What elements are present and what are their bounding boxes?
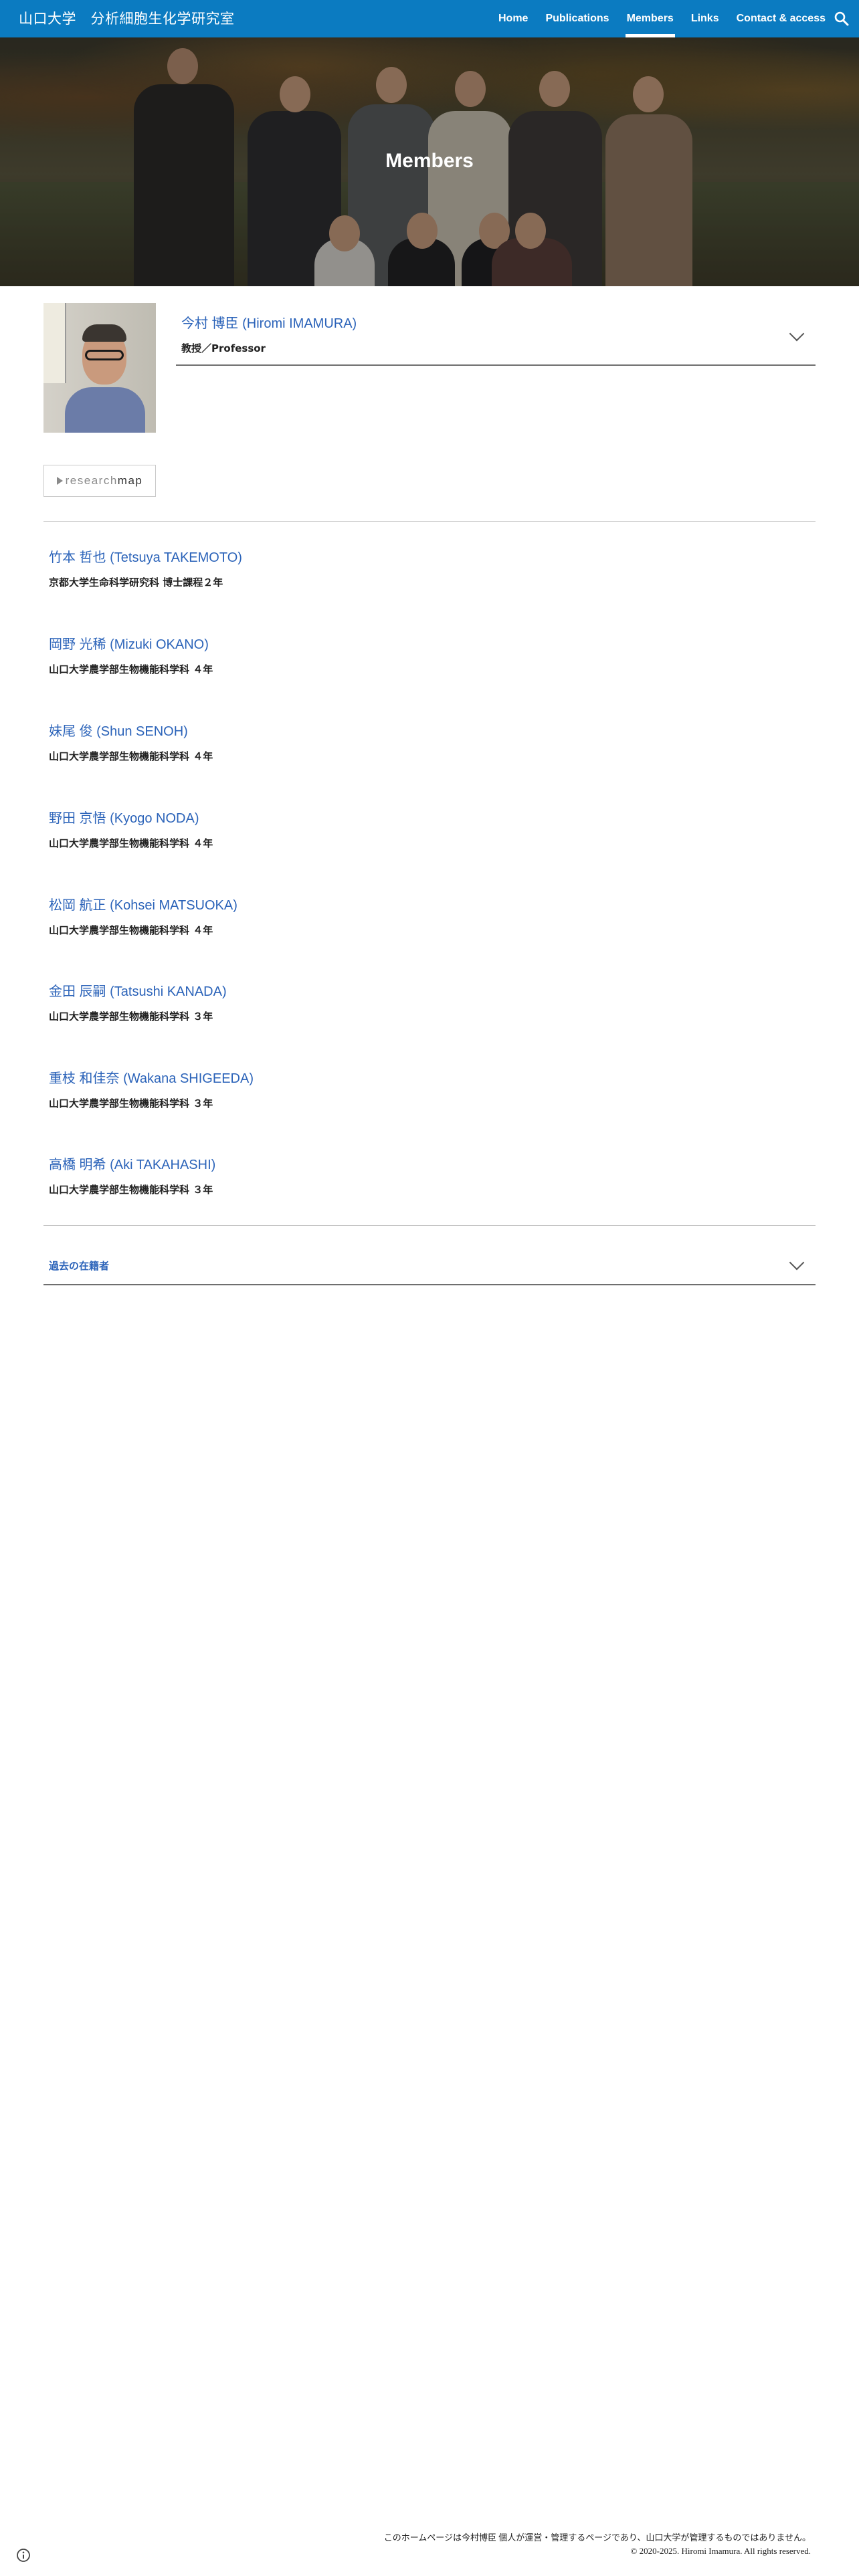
footer: このホームページは今村博臣 個人が運営・管理するページであり、山口大学が管理する…: [384, 2531, 811, 2558]
professor-name: 今村 博臣 (Hiromi IMAMURA): [181, 316, 357, 331]
list-item: 竹本 哲也 (Tetsuya TAKEMOTO) 京都大学生命科学研究科 博士課…: [49, 548, 517, 590]
member-affiliation: 山口大学農学部生物機能科学科 ４年: [49, 663, 213, 675]
researchmap-text-prefix: research: [65, 474, 118, 487]
page-title: Members: [385, 150, 474, 172]
search-icon[interactable]: [832, 9, 851, 28]
list-item: 金田 辰嗣 (Tatsushi KANADA) 山口大学農学部生物機能科学科 ３…: [49, 982, 517, 1024]
member-name: 竹本 哲也 (Tetsuya TAKEMOTO): [49, 550, 242, 565]
member-affiliation: 山口大学農学部生物機能科学科 ４年: [49, 837, 213, 849]
nav-publications[interactable]: Publications: [545, 0, 609, 37]
info-icon[interactable]: [16, 2548, 31, 2563]
list-item: 高橋 明希 (Aki TAKAHASHI) 山口大学農学部生物機能科学科 ３年: [49, 1156, 517, 1197]
member-affiliation: 山口大学農学部生物機能科学科 ３年: [49, 1097, 213, 1109]
member-affiliation: 山口大学農学部生物機能科学科 ４年: [49, 750, 213, 762]
nav-members[interactable]: Members: [625, 0, 676, 37]
list-item: 重枝 和佳奈 (Wakana SHIGEEDA) 山口大学農学部生物機能科学科 …: [49, 1069, 517, 1111]
list-item: 岡野 光稀 (Mizuki OKANO) 山口大学農学部生物機能科学科 ４年: [49, 635, 517, 677]
hero-banner: Members: [0, 37, 859, 286]
member-affiliation: 山口大学農学部生物機能科学科 ３年: [49, 1184, 213, 1196]
past-members-collapsible[interactable]: 過去の在籍者: [43, 1244, 816, 1285]
nav-home[interactable]: Home: [498, 0, 528, 37]
past-members-label[interactable]: 過去の在籍者: [49, 1259, 109, 1273]
member-name: 野田 京悟 (Kyogo NODA): [49, 811, 199, 826]
chevron-down-icon[interactable]: [789, 326, 805, 342]
member-affiliation: 京都大学生命科学研究科 博士課程２年: [49, 576, 223, 588]
member-name: 金田 辰嗣 (Tatsushi KANADA): [49, 984, 227, 999]
top-nav-bar: 山口大学 分析細胞生化学研究室 Home Publications Member…: [0, 0, 859, 37]
member-name: 重枝 和佳奈 (Wakana SHIGEEDA): [49, 1071, 254, 1086]
professor-collapsible[interactable]: 今村 博臣 (Hiromi IMAMURA) 教授／Professor: [176, 304, 816, 366]
nav-contact-access[interactable]: Contact & access: [737, 0, 826, 37]
section-divider: [43, 1225, 816, 1226]
play-icon: [56, 477, 63, 485]
researchmap-link[interactable]: research map: [43, 465, 156, 497]
member-name: 妹尾 俊 (Shun SENOH): [49, 724, 188, 739]
professor-title: 教授／Professor: [181, 342, 266, 354]
member-affiliation: 山口大学農学部生物機能科学科 ４年: [49, 924, 213, 936]
footer-copyright: © 2020-2025. Hiromi Imamura. All rights …: [630, 2546, 811, 2556]
site-title[interactable]: 山口大学 分析細胞生化学研究室: [19, 0, 235, 37]
member-name: 松岡 航正 (Kohsei MATSUOKA): [49, 898, 237, 913]
list-item: 野田 京悟 (Kyogo NODA) 山口大学農学部生物機能科学科 ４年: [49, 809, 517, 851]
professor-photo: [43, 303, 156, 433]
researchmap-text-suffix: map: [117, 474, 143, 487]
section-divider: [43, 521, 816, 522]
list-item: 妹尾 俊 (Shun SENOH) 山口大学農学部生物機能科学科 ４年: [49, 722, 517, 764]
main-nav: Home Publications Members Links Contact …: [481, 0, 826, 37]
nav-links[interactable]: Links: [691, 0, 719, 37]
member-name: 高橋 明希 (Aki TAKAHASHI): [49, 1158, 216, 1172]
member-name: 岡野 光稀 (Mizuki OKANO): [49, 637, 209, 652]
member-affiliation: 山口大学農学部生物機能科学科 ３年: [49, 1010, 213, 1023]
list-item: 松岡 航正 (Kohsei MATSUOKA) 山口大学農学部生物機能科学科 ４…: [49, 896, 517, 938]
chevron-down-icon[interactable]: [789, 1255, 805, 1271]
footer-disclaimer: このホームページは今村博臣 個人が運営・管理するページであり、山口大学が管理する…: [383, 2533, 811, 2543]
